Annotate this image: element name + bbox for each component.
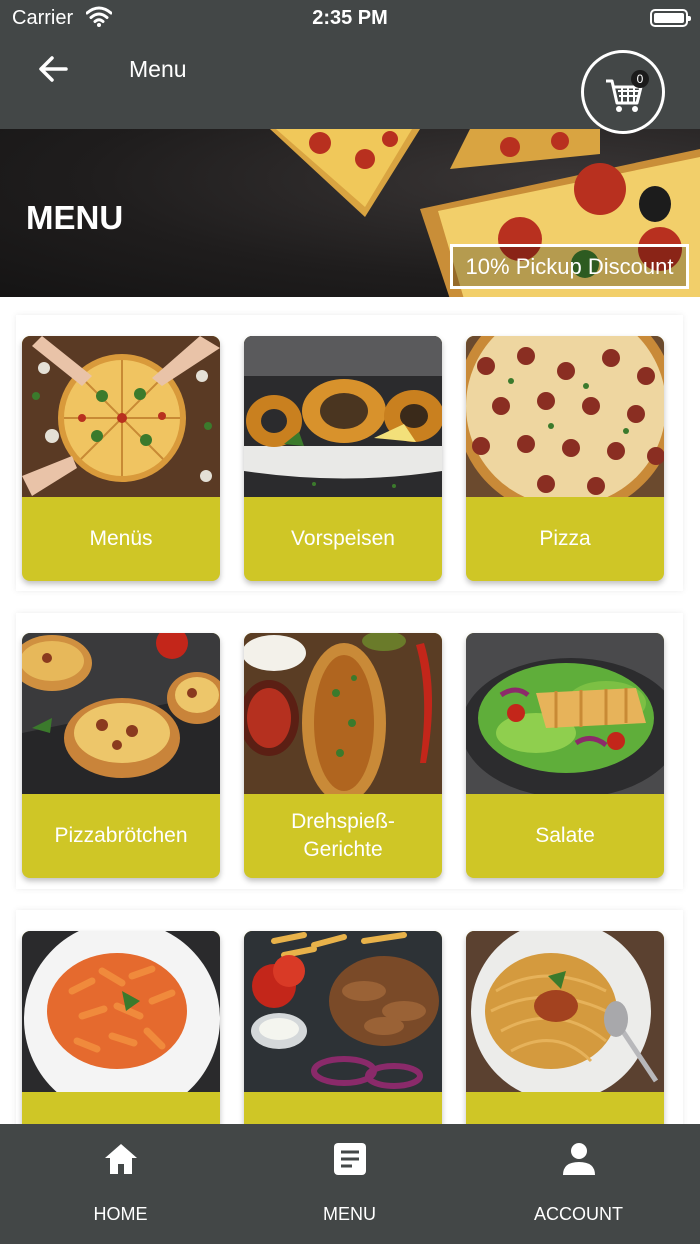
category-image-pizza-rolls [22, 633, 220, 794]
category-grid: Menüs Vorspeisen Pizza Pizzabrötchen Dre… [0, 297, 700, 1124]
page-title: Menu [129, 56, 187, 82]
battery-icon [650, 9, 691, 27]
category-label [466, 1092, 664, 1124]
category-label: Menüs [89, 527, 153, 550]
nav-menu-label: MENU [323, 1204, 376, 1224]
menu-screen: Carrier 2:35 PM Menu 0 MENU 10% Pickup D… [0, 0, 700, 1244]
account-icon [562, 1143, 595, 1175]
category-label: Salate [535, 824, 595, 847]
category-card-starters[interactable]: Vorspeisen [244, 336, 442, 581]
category-image-doner-pasta [22, 931, 220, 1092]
category-image-salads [466, 633, 664, 794]
hero-title: MENU [26, 199, 124, 236]
category-card-menus[interactable]: Menüs [22, 336, 220, 581]
category-card-doner-pasta[interactable]: Drehspieß [22, 931, 220, 1124]
nav-home[interactable]: HOME [4, 1124, 237, 1244]
category-label: Pizzabrötchen [54, 824, 188, 847]
category-image-doner-dishes [244, 633, 442, 794]
category-image-pizza [466, 336, 664, 497]
category-card-pizza[interactable]: Pizza [466, 336, 664, 581]
nav-menu[interactable]: MENU [233, 1124, 466, 1244]
category-label: Drehspieß [244, 1092, 442, 1124]
category-label: Drehspieß-Gerichte [291, 810, 395, 861]
discount-badge[interactable]: 10% Pickup Discount [450, 244, 689, 289]
category-card-salads[interactable]: Salate [466, 633, 664, 878]
category-image-starters [244, 336, 442, 497]
category-card-doner[interactable]: Drehspieß [244, 931, 442, 1124]
category-label: Drehspieß [22, 1092, 220, 1124]
nav-home-label: HOME [93, 1204, 148, 1224]
back-button[interactable] [34, 52, 74, 86]
category-label: Pizza [539, 527, 591, 550]
category-label: Vorspeisen [291, 527, 395, 550]
category-card-doner-dishes[interactable]: Drehspieß-Gerichte [244, 633, 442, 878]
category-card-pizza-rolls[interactable]: Pizzabrötchen [22, 633, 220, 878]
category-image-menus [22, 336, 220, 497]
hero-banner: MENU 10% Pickup Discount [0, 129, 700, 297]
home-icon [104, 1144, 137, 1174]
arrow-left-icon [39, 56, 68, 82]
nav-account[interactable]: ACCOUNT [462, 1124, 695, 1244]
pizza-slice-image [270, 129, 420, 217]
category-card-pasta[interactable] [466, 931, 664, 1124]
category-image-pasta [466, 931, 664, 1092]
nav-account-label: ACCOUNT [534, 1204, 623, 1224]
cart-button[interactable]: 0 [581, 50, 665, 134]
clock: 2:35 PM [312, 7, 388, 29]
bottom-navigation: HOME MENU ACCOUNT [0, 1124, 700, 1244]
status-bar: Carrier 2:35 PM [0, 0, 700, 36]
cart-count-badge: 0 [631, 70, 649, 88]
menu-list-icon [333, 1143, 366, 1175]
category-image-doner [244, 931, 442, 1092]
